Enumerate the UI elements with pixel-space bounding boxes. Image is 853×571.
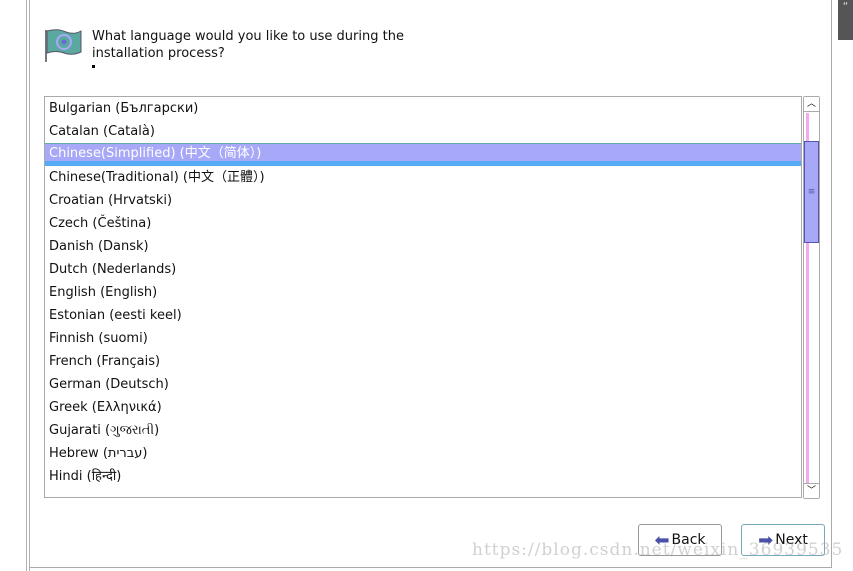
language-prompt: What language would you like to use duri… — [92, 29, 404, 61]
scrollbar-thumb[interactable]: ≡ — [804, 141, 819, 243]
language-option[interactable]: Danish (Dansk) — [45, 235, 801, 258]
corner-widget: “ — [838, 0, 853, 40]
language-option[interactable]: Estonian (eesti keel) — [45, 304, 801, 327]
language-option[interactable]: German (Deutsch) — [45, 373, 801, 396]
language-option[interactable]: Hindi (हिन्दी) — [45, 465, 801, 488]
language-option[interactable]: Dutch (Nederlands) — [45, 258, 801, 281]
language-flag-icon — [45, 29, 82, 62]
language-option[interactable]: Chinese(Simplified) (中文（简体）) — [45, 143, 801, 166]
language-option[interactable]: Croatian (Hrvatski) — [45, 189, 801, 212]
language-option[interactable]: Chinese(Traditional) (中文（正體）) — [45, 166, 801, 189]
language-option[interactable]: French (Français) — [45, 350, 801, 373]
list-scrollbar[interactable]: ︿ ≡ ﹀ — [803, 96, 820, 499]
language-option[interactable]: Finnish (suomi) — [45, 327, 801, 350]
language-option[interactable]: Bulgarian (Български) — [45, 97, 801, 120]
window-edge — [26, 0, 27, 571]
language-option[interactable]: Hebrew (עברית) — [45, 442, 801, 465]
language-option[interactable]: Czech (Čeština) — [45, 212, 801, 235]
language-option[interactable]: Greek (Ελληνικά) — [45, 396, 801, 419]
language-option[interactable]: Catalan (Català) — [45, 120, 801, 143]
text-cursor — [92, 65, 95, 68]
watermark: https://blog.csdn.net/weixin_36939535 — [472, 540, 844, 560]
language-list[interactable]: Bulgarian (Български) Catalan (Català) Chi… — [44, 96, 802, 498]
language-option[interactable]: English (English) — [45, 281, 801, 304]
language-option[interactable]: Gujarati (ગુજરાતી) — [45, 419, 801, 442]
scroll-down-button[interactable]: ﹀ — [804, 483, 819, 498]
scroll-up-button[interactable]: ︿ — [804, 97, 819, 112]
